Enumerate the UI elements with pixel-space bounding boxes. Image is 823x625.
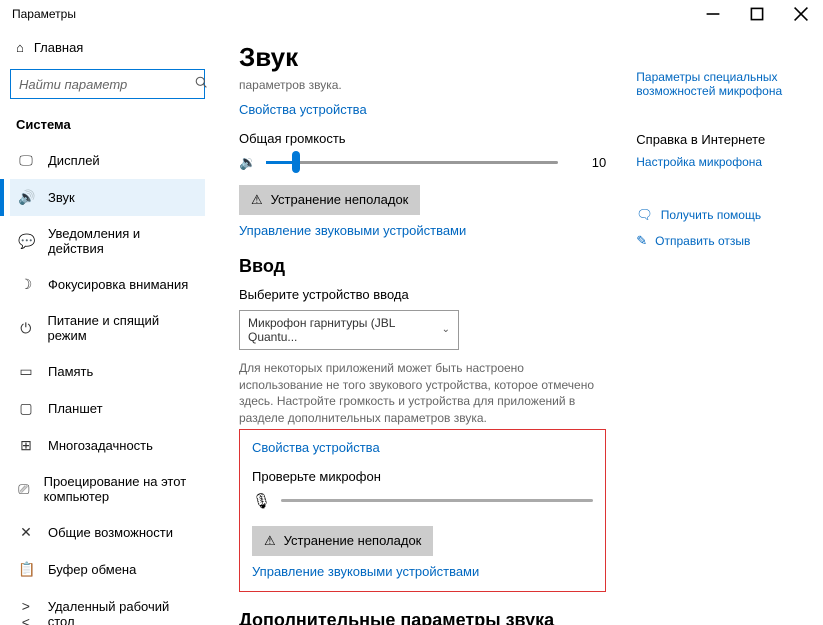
- input-note: Для некоторых приложений может быть наст…: [239, 360, 606, 427]
- window-title: Параметры: [12, 7, 76, 21]
- input-select-label: Выберите устройство ввода: [239, 287, 606, 302]
- warning-icon: ⚠: [264, 533, 276, 549]
- button-label: Устранение неполадок: [284, 533, 422, 548]
- multitasking-icon: ⊞: [18, 437, 34, 454]
- focus-icon: ☽: [18, 276, 34, 293]
- button-label: Устранение неполадок: [271, 192, 409, 207]
- search-box[interactable]: [10, 69, 205, 99]
- mic-setup-link[interactable]: Настройка микрофона: [636, 155, 762, 169]
- close-button[interactable]: [779, 0, 823, 28]
- volume-value: 10: [568, 155, 606, 170]
- sidebar-item-label: Удаленный рабочий стол: [48, 599, 197, 625]
- sidebar-item-notifications[interactable]: 💬 Уведомления и действия: [10, 216, 205, 266]
- dropdown-value: Микрофон гарнитуры (JBL Quantu...: [248, 316, 442, 344]
- titlebar: Параметры: [0, 0, 823, 28]
- input-device-dropdown[interactable]: Микрофон гарнитуры (JBL Quantu... ⌄: [239, 310, 459, 350]
- check-mic-label: Проверьте микрофон: [252, 469, 593, 484]
- input-highlight-box: Свойства устройства Проверьте микрофон 🎙…: [239, 429, 606, 592]
- device-properties-link[interactable]: Свойства устройства: [239, 102, 367, 117]
- sound-icon: 🔊: [18, 189, 34, 206]
- projecting-icon: ⎚: [18, 481, 30, 498]
- sidebar-item-remote[interactable]: >< Удаленный рабочий стол: [10, 588, 205, 625]
- content-area: Звук параметров звука. Свойства устройст…: [239, 42, 606, 625]
- shared-icon: ✕: [18, 524, 34, 541]
- tablet-icon: ▢: [18, 400, 34, 417]
- advanced-heading: Дополнительные параметры звука: [239, 610, 606, 625]
- search-icon: [195, 76, 208, 92]
- sidebar-item-label: Планшет: [48, 401, 103, 416]
- get-help-link: Получить помощь: [661, 208, 761, 222]
- home-icon: ⌂: [16, 40, 24, 55]
- close-icon: [793, 6, 809, 22]
- window-controls: [691, 0, 823, 28]
- sidebar-item-clipboard[interactable]: 📋 Буфер обмена: [10, 551, 205, 588]
- input-device-properties-link[interactable]: Свойства устройства: [252, 440, 380, 455]
- output-troubleshoot-button[interactable]: ⚠ Устранение неполадок: [239, 185, 420, 215]
- warning-icon: ⚠: [251, 192, 263, 208]
- volume-label: Общая громкость: [239, 131, 606, 146]
- sidebar-item-label: Звук: [48, 190, 75, 205]
- mic-level-bar: [281, 499, 593, 502]
- help-heading: Справка в Интернете: [636, 132, 805, 147]
- sidebar-item-power[interactable]: ⏻ Питание и спящий режим: [10, 303, 205, 353]
- category-header: Система: [10, 111, 205, 142]
- search-input[interactable]: [19, 77, 195, 92]
- display-icon: 🖵: [18, 152, 34, 169]
- sidebar-item-storage[interactable]: ▭ Память: [10, 353, 205, 390]
- notifications-icon: 💬: [18, 233, 34, 250]
- remote-icon: ><: [18, 598, 34, 625]
- sidebar-item-projecting[interactable]: ⎚ Проецирование на этот компьютер: [10, 464, 205, 514]
- minimize-icon: [705, 6, 721, 22]
- home-nav[interactable]: ⌂ Главная: [10, 34, 205, 61]
- sidebar-item-multitasking[interactable]: ⊞ Многозадачность: [10, 427, 205, 464]
- sidebar-item-label: Многозадачность: [48, 438, 153, 453]
- sidebar-item-label: Память: [48, 364, 93, 379]
- speaker-icon: 🔉: [239, 154, 256, 171]
- help-icon: 🗨: [636, 207, 653, 223]
- sidebar-item-tablet[interactable]: ▢ Планшет: [10, 390, 205, 427]
- sidebar-item-label: Уведомления и действия: [48, 226, 197, 256]
- minimize-button[interactable]: [691, 0, 735, 28]
- sidebar-item-label: Буфер обмена: [48, 562, 136, 577]
- sidebar-item-focus[interactable]: ☽ Фокусировка внимания: [10, 266, 205, 303]
- input-manage-devices-link[interactable]: Управление звуковыми устройствами: [252, 564, 479, 579]
- get-help-row[interactable]: 🗨 Получить помощь: [636, 207, 805, 223]
- sidebar-item-label: Общие возможности: [48, 525, 173, 540]
- power-icon: ⏻: [18, 320, 33, 337]
- maximize-icon: [749, 6, 765, 22]
- home-label: Главная: [34, 40, 83, 55]
- feedback-link: Отправить отзыв: [655, 234, 750, 248]
- microphone-icon: 🎙: [252, 492, 271, 510]
- sidebar: ⌂ Главная Система 🖵 Дисплей 🔊 Звук 💬 Уве…: [0, 28, 215, 625]
- sidebar-item-label: Фокусировка внимания: [48, 277, 188, 292]
- sidebar-item-label: Питание и спящий режим: [47, 313, 197, 343]
- accessibility-mic-link[interactable]: Параметры специальных возможностей микро…: [636, 70, 782, 98]
- right-panel: Параметры специальных возможностей микро…: [636, 42, 805, 625]
- chevron-down-icon: ⌄: [442, 324, 450, 335]
- sidebar-item-shared[interactable]: ✕ Общие возможности: [10, 514, 205, 551]
- feedback-icon: ✎: [636, 233, 647, 249]
- clipboard-icon: 📋: [18, 561, 34, 578]
- manage-sound-devices-link[interactable]: Управление звуковыми устройствами: [239, 223, 466, 238]
- output-partial-note: параметров звука.: [239, 77, 606, 94]
- input-heading: Ввод: [239, 256, 606, 277]
- sidebar-item-display[interactable]: 🖵 Дисплей: [10, 142, 205, 179]
- sidebar-item-label: Дисплей: [48, 153, 100, 168]
- volume-slider[interactable]: [266, 161, 558, 164]
- feedback-row[interactable]: ✎ Отправить отзыв: [636, 233, 805, 249]
- sidebar-item-sound[interactable]: 🔊 Звук: [10, 179, 205, 216]
- input-troubleshoot-button[interactable]: ⚠ Устранение неполадок: [252, 526, 433, 556]
- sidebar-item-label: Проецирование на этот компьютер: [44, 474, 197, 504]
- maximize-button[interactable]: [735, 0, 779, 28]
- page-title: Звук: [239, 42, 606, 73]
- storage-icon: ▭: [18, 363, 34, 380]
